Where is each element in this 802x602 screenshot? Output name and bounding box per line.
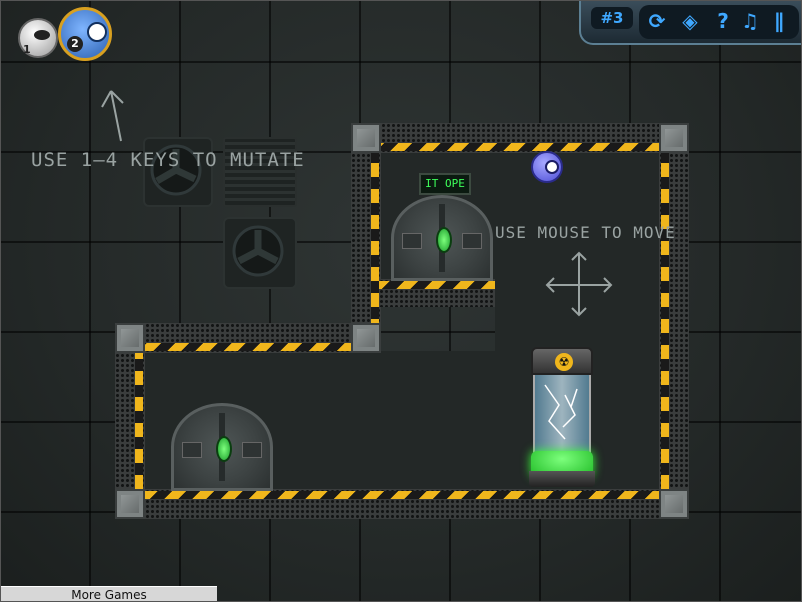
- mutation-slot-2[interactable]: 2: [58, 7, 112, 61]
- tank-base: [529, 471, 595, 487]
- fan-vent: [143, 137, 213, 207]
- mutation-number: 1: [23, 43, 31, 56]
- wall-right: [659, 123, 689, 517]
- radiation-icon: ☢: [555, 353, 573, 371]
- game-stage[interactable]: 1 2 Use 1–4 keys to mutate #3 ⟳ ◈ ? ♫ ∥: [0, 0, 802, 602]
- hazard-stripe: [661, 153, 669, 489]
- music-icon[interactable]: ♫: [737, 9, 763, 33]
- mutation-tank: ☢: [529, 347, 595, 487]
- more-games-button[interactable]: More Games: [1, 586, 217, 601]
- pause-icon[interactable]: ∥: [765, 9, 793, 33]
- door-bolt: [462, 233, 483, 250]
- move-hint: Use mouse to move: [495, 223, 676, 242]
- wall-bottom: [115, 489, 689, 519]
- fan-vent: [223, 217, 297, 289]
- corner-bolt: [115, 323, 145, 353]
- corner-bolt: [351, 323, 381, 353]
- hud-button-bar: ⟳ ◈ ? ♫ ∥: [639, 5, 799, 39]
- door-bolt: [242, 442, 263, 459]
- help-icon[interactable]: ?: [711, 9, 735, 33]
- corner-bolt: [659, 123, 689, 153]
- mutation-slot-1[interactable]: 1: [18, 18, 58, 58]
- hazard-stripe: [381, 143, 659, 151]
- corner-bolt: [659, 489, 689, 519]
- hazard-stripe: [145, 491, 659, 499]
- door-bolt: [401, 233, 422, 250]
- green-gem-icon: [436, 227, 452, 253]
- tank-cap: ☢: [531, 347, 593, 375]
- upper-door: [391, 195, 493, 281]
- level-label: #3: [591, 7, 633, 29]
- tank-glass: [533, 375, 591, 463]
- wall-vent: [223, 137, 297, 207]
- player-blob[interactable]: [531, 151, 563, 183]
- arrow-up-icon: [101, 90, 124, 142]
- hazard-stripe: [135, 353, 143, 489]
- wall-lower-top: [115, 323, 381, 353]
- white-blob-icon: [34, 30, 50, 40]
- wall-top: [351, 123, 689, 153]
- door-bolt: [181, 442, 202, 459]
- corner-bolt: [115, 489, 145, 519]
- hazard-stripe: [379, 281, 495, 289]
- move-arrows-icon: [545, 251, 613, 317]
- hazard-stripe: [371, 153, 379, 333]
- mutation-number: 2: [67, 36, 83, 52]
- wall-upper-left: [351, 123, 381, 353]
- green-gem-icon: [216, 436, 232, 462]
- eye-icon: [545, 160, 559, 174]
- lower-door: [171, 403, 273, 491]
- corner-bolt: [351, 123, 381, 153]
- restart-icon[interactable]: ⟳: [643, 9, 671, 33]
- mutate-hint: Use 1–4 keys to mutate: [31, 149, 305, 171]
- door-sign: IT OPE: [419, 173, 471, 195]
- blue-blob-icon: [87, 22, 107, 42]
- ledge-platform: [379, 279, 495, 307]
- hazard-stripe: [145, 343, 351, 351]
- hud-panel: #3 ⟳ ◈ ? ♫ ∥: [579, 1, 801, 45]
- gamepad-icon[interactable]: ◈: [673, 9, 707, 33]
